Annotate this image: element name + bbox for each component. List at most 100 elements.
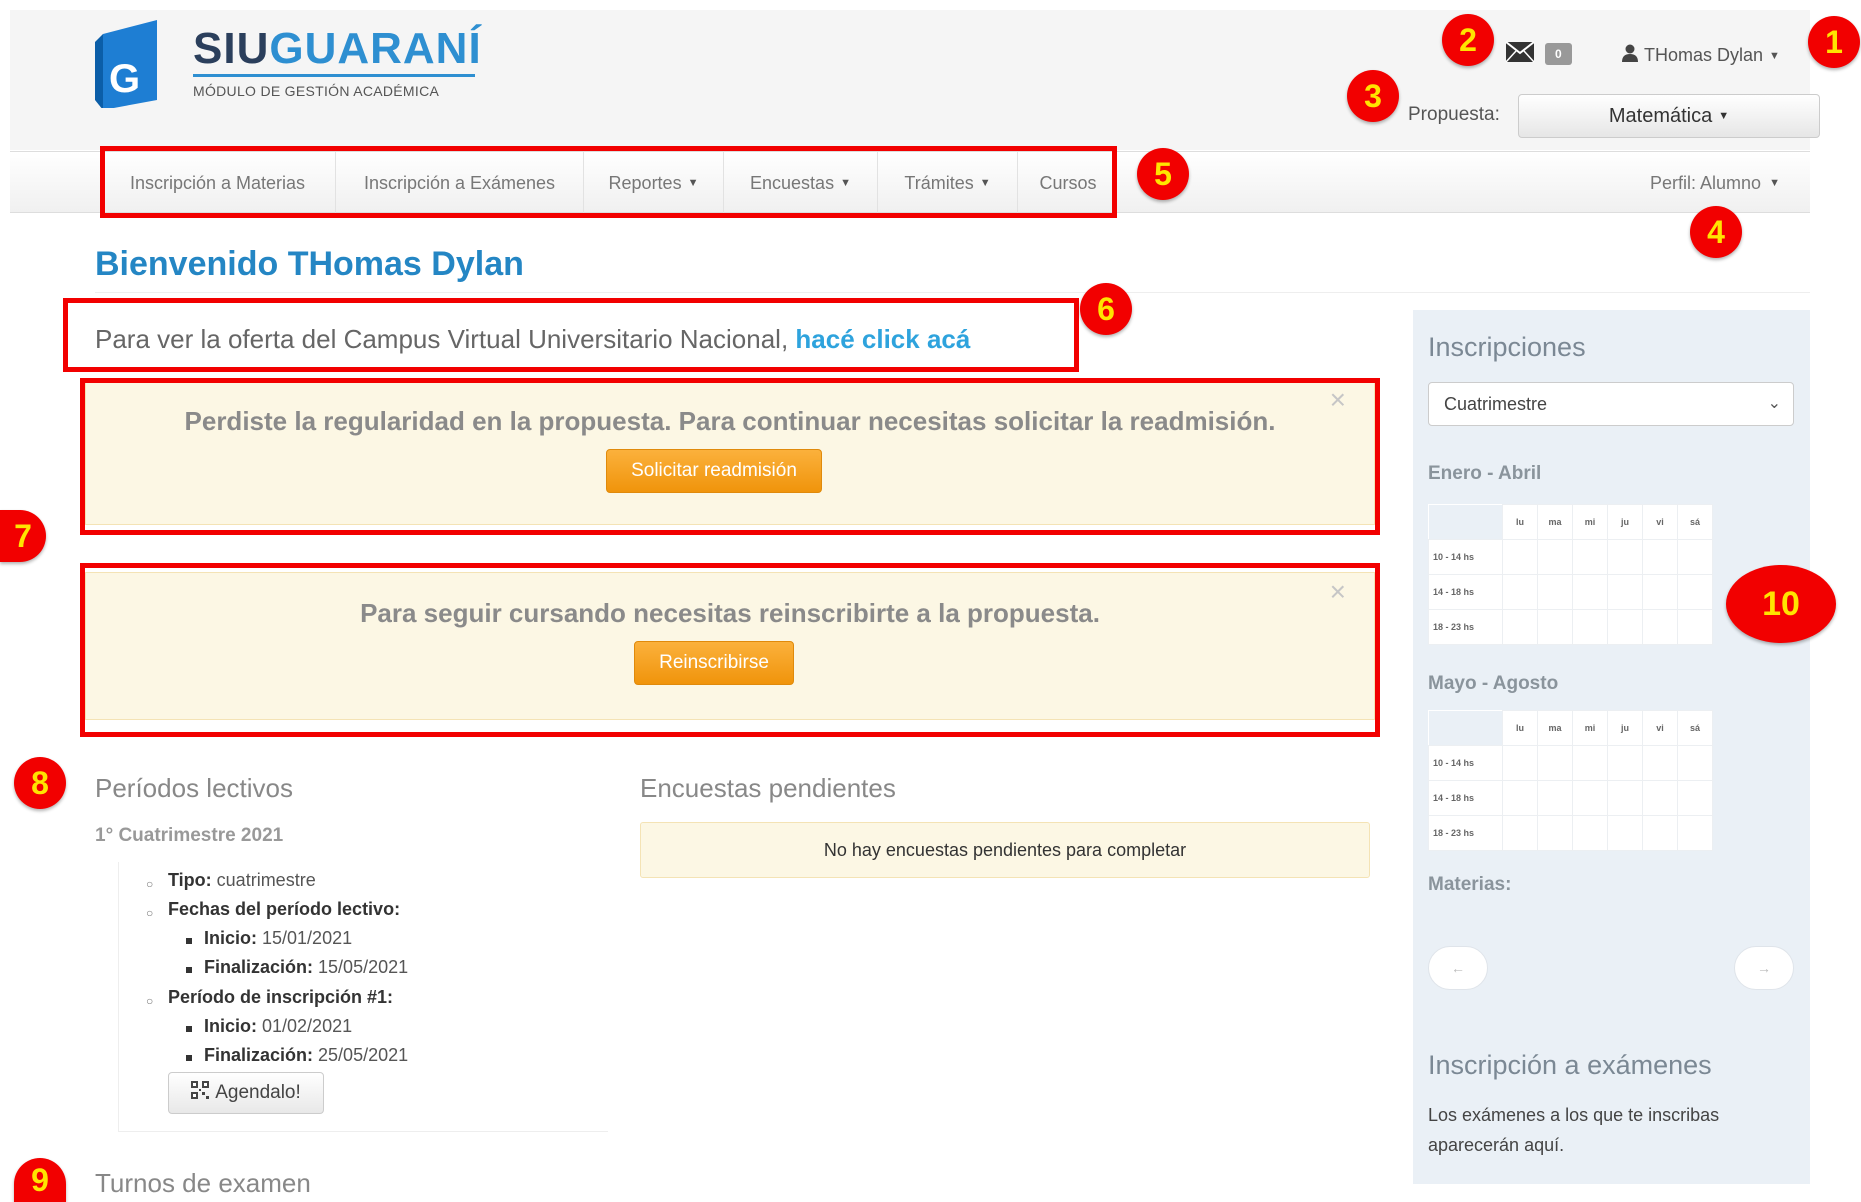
periodo-fechas: Fechas del período lectivo: [168, 899, 400, 920]
inscripcion-inicio: Inicio: 01/02/2021 [204, 1016, 352, 1037]
list-bullet [186, 1026, 192, 1032]
grid-cell [1677, 780, 1713, 816]
day-header: lu [1502, 710, 1538, 746]
annotation-box-alert2 [80, 563, 1380, 737]
caret-down-icon: ▼ [1718, 110, 1730, 122]
day-header: ma [1537, 504, 1573, 540]
inscripciones-title: Inscripciones [1428, 332, 1586, 362]
grid-cell [1677, 815, 1713, 851]
grid-cell [1572, 745, 1608, 781]
marker-6: 6 [1080, 283, 1132, 335]
next-arrow-button[interactable]: → [1734, 946, 1794, 990]
periodo-select[interactable]: Cuatrimestre ⌄ [1428, 382, 1794, 426]
marker-3: 3 [1347, 70, 1399, 122]
messages-button[interactable]: 0 [1505, 40, 1572, 68]
day-header: mi [1572, 710, 1608, 746]
encuestas-empty-message: No hay encuestas pendientes para complet… [640, 822, 1370, 878]
envelope-icon [1505, 40, 1535, 68]
day-header: sá [1677, 710, 1713, 746]
svg-text:G: G [109, 57, 140, 101]
grid-cell [1642, 745, 1678, 781]
grid-cell [1677, 539, 1713, 575]
inscripcion-finalizacion: Finalización: 25/05/2021 [204, 1045, 408, 1066]
periodo-subtitle: 1° Cuatrimestre 2021 [95, 825, 284, 846]
caret-down-icon: ▼ [1769, 49, 1780, 62]
annotation-box-alert1 [80, 378, 1380, 535]
grid-cell [1537, 815, 1573, 851]
marker-1: 1 [1808, 16, 1860, 68]
marker-8: 8 [14, 757, 66, 809]
period-enero-abril: Enero - Abril [1428, 463, 1542, 484]
day-header: sá [1677, 504, 1713, 540]
grid-cell [1642, 815, 1678, 851]
marker-7: 7 [0, 510, 46, 562]
logo-siu: SIU [193, 24, 270, 73]
caret-down-icon: ▼ [1769, 177, 1780, 189]
user-icon [1622, 44, 1638, 67]
grid-cell [1537, 609, 1573, 645]
grid-cell [1572, 609, 1608, 645]
day-header: vi [1642, 504, 1678, 540]
list-bullet: ○ [146, 994, 154, 1008]
turnos-examen-title: Turnos de examen [95, 1168, 311, 1198]
welcome-title: Bienvenido THomas Dylan [95, 245, 524, 283]
user-menu-dropdown[interactable]: THomas Dylan ▼ [1622, 44, 1780, 67]
fin-label: Finalización: [204, 957, 314, 977]
schedule-grid-1: lu ma mi ju vi sá 10 - 14 hs 14 - 18 hs … [1428, 504, 1713, 645]
chevron-down-icon: ⌄ [1767, 395, 1781, 412]
inicio-value: 15/01/2021 [262, 928, 353, 948]
grid-cell [1502, 780, 1538, 816]
marker-4: 4 [1690, 206, 1742, 258]
propuesta-dropdown[interactable]: Matemática ▼ [1518, 94, 1820, 138]
periodo-finalizacion: Finalización: 15/05/2021 [204, 957, 408, 978]
perfil-dropdown[interactable]: Perfil: Alumno ▼ [1650, 152, 1780, 214]
grid-cell [1537, 780, 1573, 816]
propuesta-value: Matemática [1608, 104, 1713, 127]
tipo-label: Tipo: [168, 870, 212, 890]
mail-count-badge: 0 [1545, 43, 1572, 65]
grid-cell [1502, 745, 1538, 781]
siu-guarani-logo-icon[interactable]: G [95, 20, 183, 110]
marker-2: 2 [1442, 14, 1494, 66]
list-bullet: ○ [146, 906, 154, 920]
grid-cell [1607, 539, 1643, 575]
encuestas-pendientes-title: Encuestas pendientes [640, 773, 896, 803]
grid-cell [1607, 780, 1643, 816]
divider [95, 292, 1810, 293]
day-header: ju [1607, 710, 1643, 746]
grid-cell [1572, 539, 1608, 575]
grid-cell [1502, 815, 1538, 851]
fechas-label: Fechas del período lectivo: [168, 899, 401, 919]
grid-cell [1572, 574, 1608, 610]
logo-title: SIUGUARANÍ [193, 24, 482, 74]
grid-cell [1537, 539, 1573, 575]
periodo-tipo: Tipo: cuatrimestre [168, 870, 316, 891]
grid-cell [1502, 539, 1538, 575]
grid-cell [1642, 574, 1678, 610]
grid-cell [1677, 609, 1713, 645]
inscripciones-sidebar: Inscripciones Cuatrimestre ⌄ Enero - Abr… [1413, 310, 1810, 1184]
list-bullet [186, 967, 192, 973]
day-header: ju [1607, 504, 1643, 540]
grid-cell [1677, 745, 1713, 781]
grid-cell [1572, 780, 1608, 816]
examenes-info-text: Los exámenes a los que te inscribas apar… [1428, 1105, 1720, 1155]
day-header: vi [1642, 710, 1678, 746]
insc-inicio-label: Inicio: [204, 1016, 257, 1036]
agendalo-button[interactable]: Agendalo! [168, 1072, 324, 1114]
header: G SIUGUARANÍ MÓDULO DE GESTIÓN ACADÉMICA… [10, 10, 1820, 150]
periodo-inscripcion: Período de inscripción #1: [168, 987, 393, 1008]
grid-cell [1607, 574, 1643, 610]
insc-label: Período de inscripción #1: [168, 987, 394, 1007]
annotation-box-oferta [63, 298, 1079, 372]
grid-cell [1537, 745, 1573, 781]
prev-arrow-button[interactable]: ← [1428, 946, 1488, 990]
slot-label: 14 - 18 hs [1428, 574, 1503, 610]
period-mayo-agosto: Mayo - Agosto [1428, 673, 1559, 694]
periodo-inicio: Inicio: 15/01/2021 [204, 928, 352, 949]
tipo-value: cuatrimestre [216, 870, 316, 890]
day-header: ma [1537, 710, 1573, 746]
grid-cell [1607, 745, 1643, 781]
slot-label: 18 - 23 hs [1428, 609, 1503, 645]
insc-fin-value: 25/05/2021 [318, 1045, 409, 1065]
